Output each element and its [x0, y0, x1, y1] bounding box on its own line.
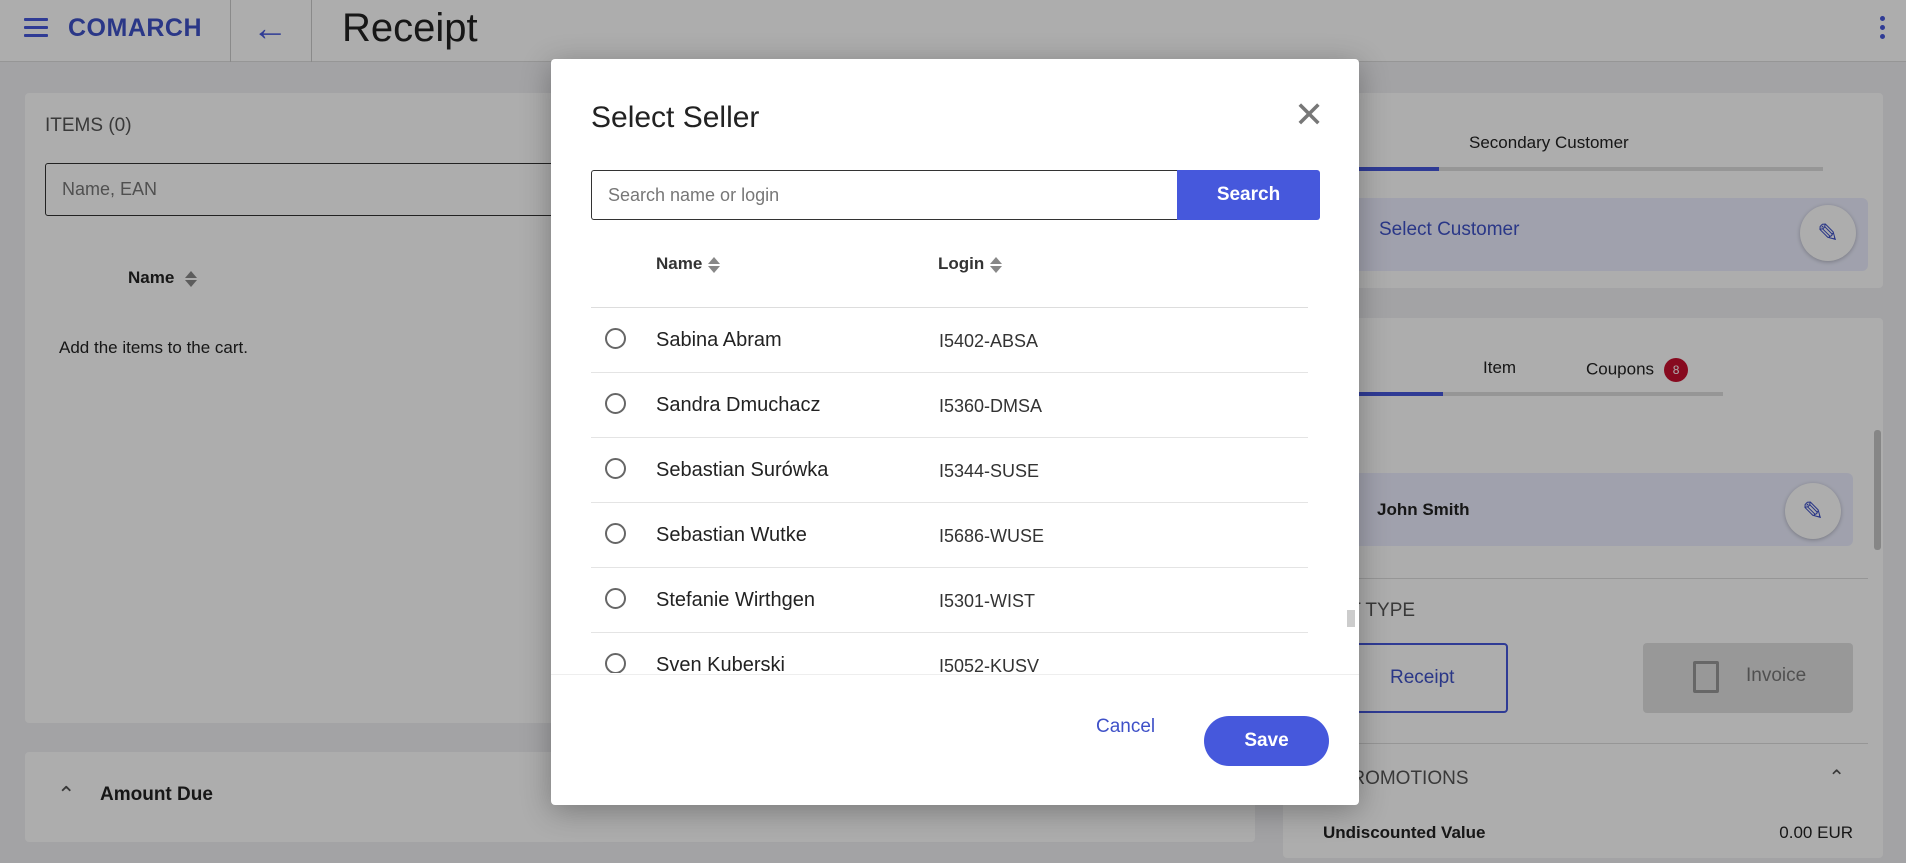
seller-login-cell: I5402-ABSA [939, 331, 1039, 351]
seller-login-cell: I5360-DMSA [939, 396, 1043, 416]
search-button[interactable]: Search [1177, 170, 1320, 220]
table-row[interactable]: Sandra Dmuchacz I5360-DMSA [591, 373, 1308, 438]
seller-login-cell: I5686-WUSE [939, 526, 1045, 546]
seller-login-cell: I5301-WIST [939, 591, 1036, 611]
select-seller-dialog: Select Seller ✕ Search Name Login Sabina… [551, 59, 1359, 805]
seller-name-cell: Sebastian Surówka [656, 459, 829, 481]
divider [551, 674, 1359, 675]
dialog-title: Select Seller [591, 101, 760, 134]
seller-list[interactable]: Sabina Abram I5402-ABSA Sandra Dmuchacz … [591, 308, 1308, 673]
seller-name-cell: Sabina Abram [656, 329, 782, 351]
column-name-header[interactable]: Name [656, 254, 721, 274]
close-icon[interactable]: ✕ [1294, 97, 1324, 133]
column-login-label: Login [938, 254, 985, 273]
seller-radio[interactable] [605, 393, 626, 414]
seller-login-cell: I5344-SUSE [939, 461, 1040, 481]
list-scrollbar[interactable] [1347, 610, 1355, 627]
column-login-header[interactable]: Login [938, 254, 1003, 274]
seller-radio[interactable] [605, 328, 626, 349]
seller-name-cell: Stefanie Wirthgen [656, 589, 815, 611]
sort-icon [708, 256, 721, 273]
table-row[interactable]: Sven Kuberski I5052-KUSV [591, 633, 1308, 673]
table-row[interactable]: Stefanie Wirthgen I5301-WIST [591, 568, 1308, 633]
table-header: Name Login [591, 254, 1308, 308]
column-name-label: Name [656, 254, 703, 273]
table-row[interactable]: Sebastian Wutke I5686-WUSE [591, 503, 1308, 568]
seller-name-cell: Sandra Dmuchacz [656, 394, 821, 416]
save-button[interactable]: Save [1204, 716, 1329, 766]
seller-login-cell: I5052-KUSV [939, 656, 1040, 673]
seller-name-cell: Sebastian Wutke [656, 524, 807, 546]
seller-radio[interactable] [605, 588, 626, 609]
seller-radio[interactable] [605, 523, 626, 544]
seller-radio[interactable] [605, 653, 626, 673]
table-row[interactable]: Sebastian Surówka I5344-SUSE [591, 438, 1308, 503]
seller-search-input[interactable] [591, 170, 1177, 220]
table-row[interactable]: Sabina Abram I5402-ABSA [591, 308, 1308, 373]
sort-icon [990, 256, 1003, 273]
seller-radio[interactable] [605, 458, 626, 479]
seller-name-cell: Sven Kuberski [656, 654, 785, 673]
cancel-button[interactable]: Cancel [1096, 716, 1155, 738]
